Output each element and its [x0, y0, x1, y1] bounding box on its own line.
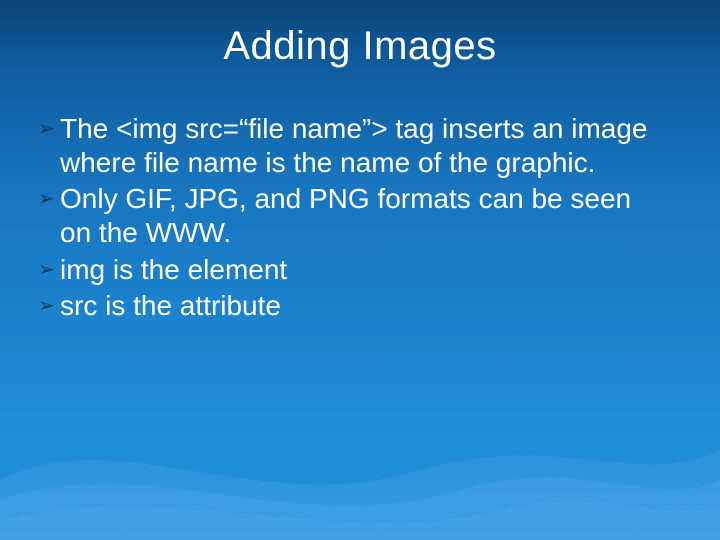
bullet-arrow-icon: ➢	[38, 253, 60, 287]
slide-title: Adding Images	[0, 24, 720, 69]
slide: Adding Images ➢ The <img src=“file name”…	[0, 0, 720, 540]
bullet-text: Only GIF, JPG, and PNG formats can be se…	[60, 182, 668, 250]
bullet-arrow-icon: ➢	[38, 182, 60, 216]
bullet-item: ➢ img is the element	[38, 253, 668, 287]
bullet-arrow-icon: ➢	[38, 289, 60, 323]
slide-body: ➢ The <img src=“file name”> tag inserts …	[38, 112, 668, 325]
bullet-item: ➢ The <img src=“file name”> tag inserts …	[38, 112, 668, 180]
bullet-arrow-icon: ➢	[38, 112, 60, 146]
background-wave	[0, 360, 720, 540]
bullet-item: ➢ src is the attribute	[38, 289, 668, 323]
bullet-text: src is the attribute	[60, 289, 668, 323]
bullet-text: img is the element	[60, 253, 668, 287]
bullet-item: ➢ Only GIF, JPG, and PNG formats can be …	[38, 182, 668, 250]
bullet-text: The <img src=“file name”> tag inserts an…	[60, 112, 668, 180]
